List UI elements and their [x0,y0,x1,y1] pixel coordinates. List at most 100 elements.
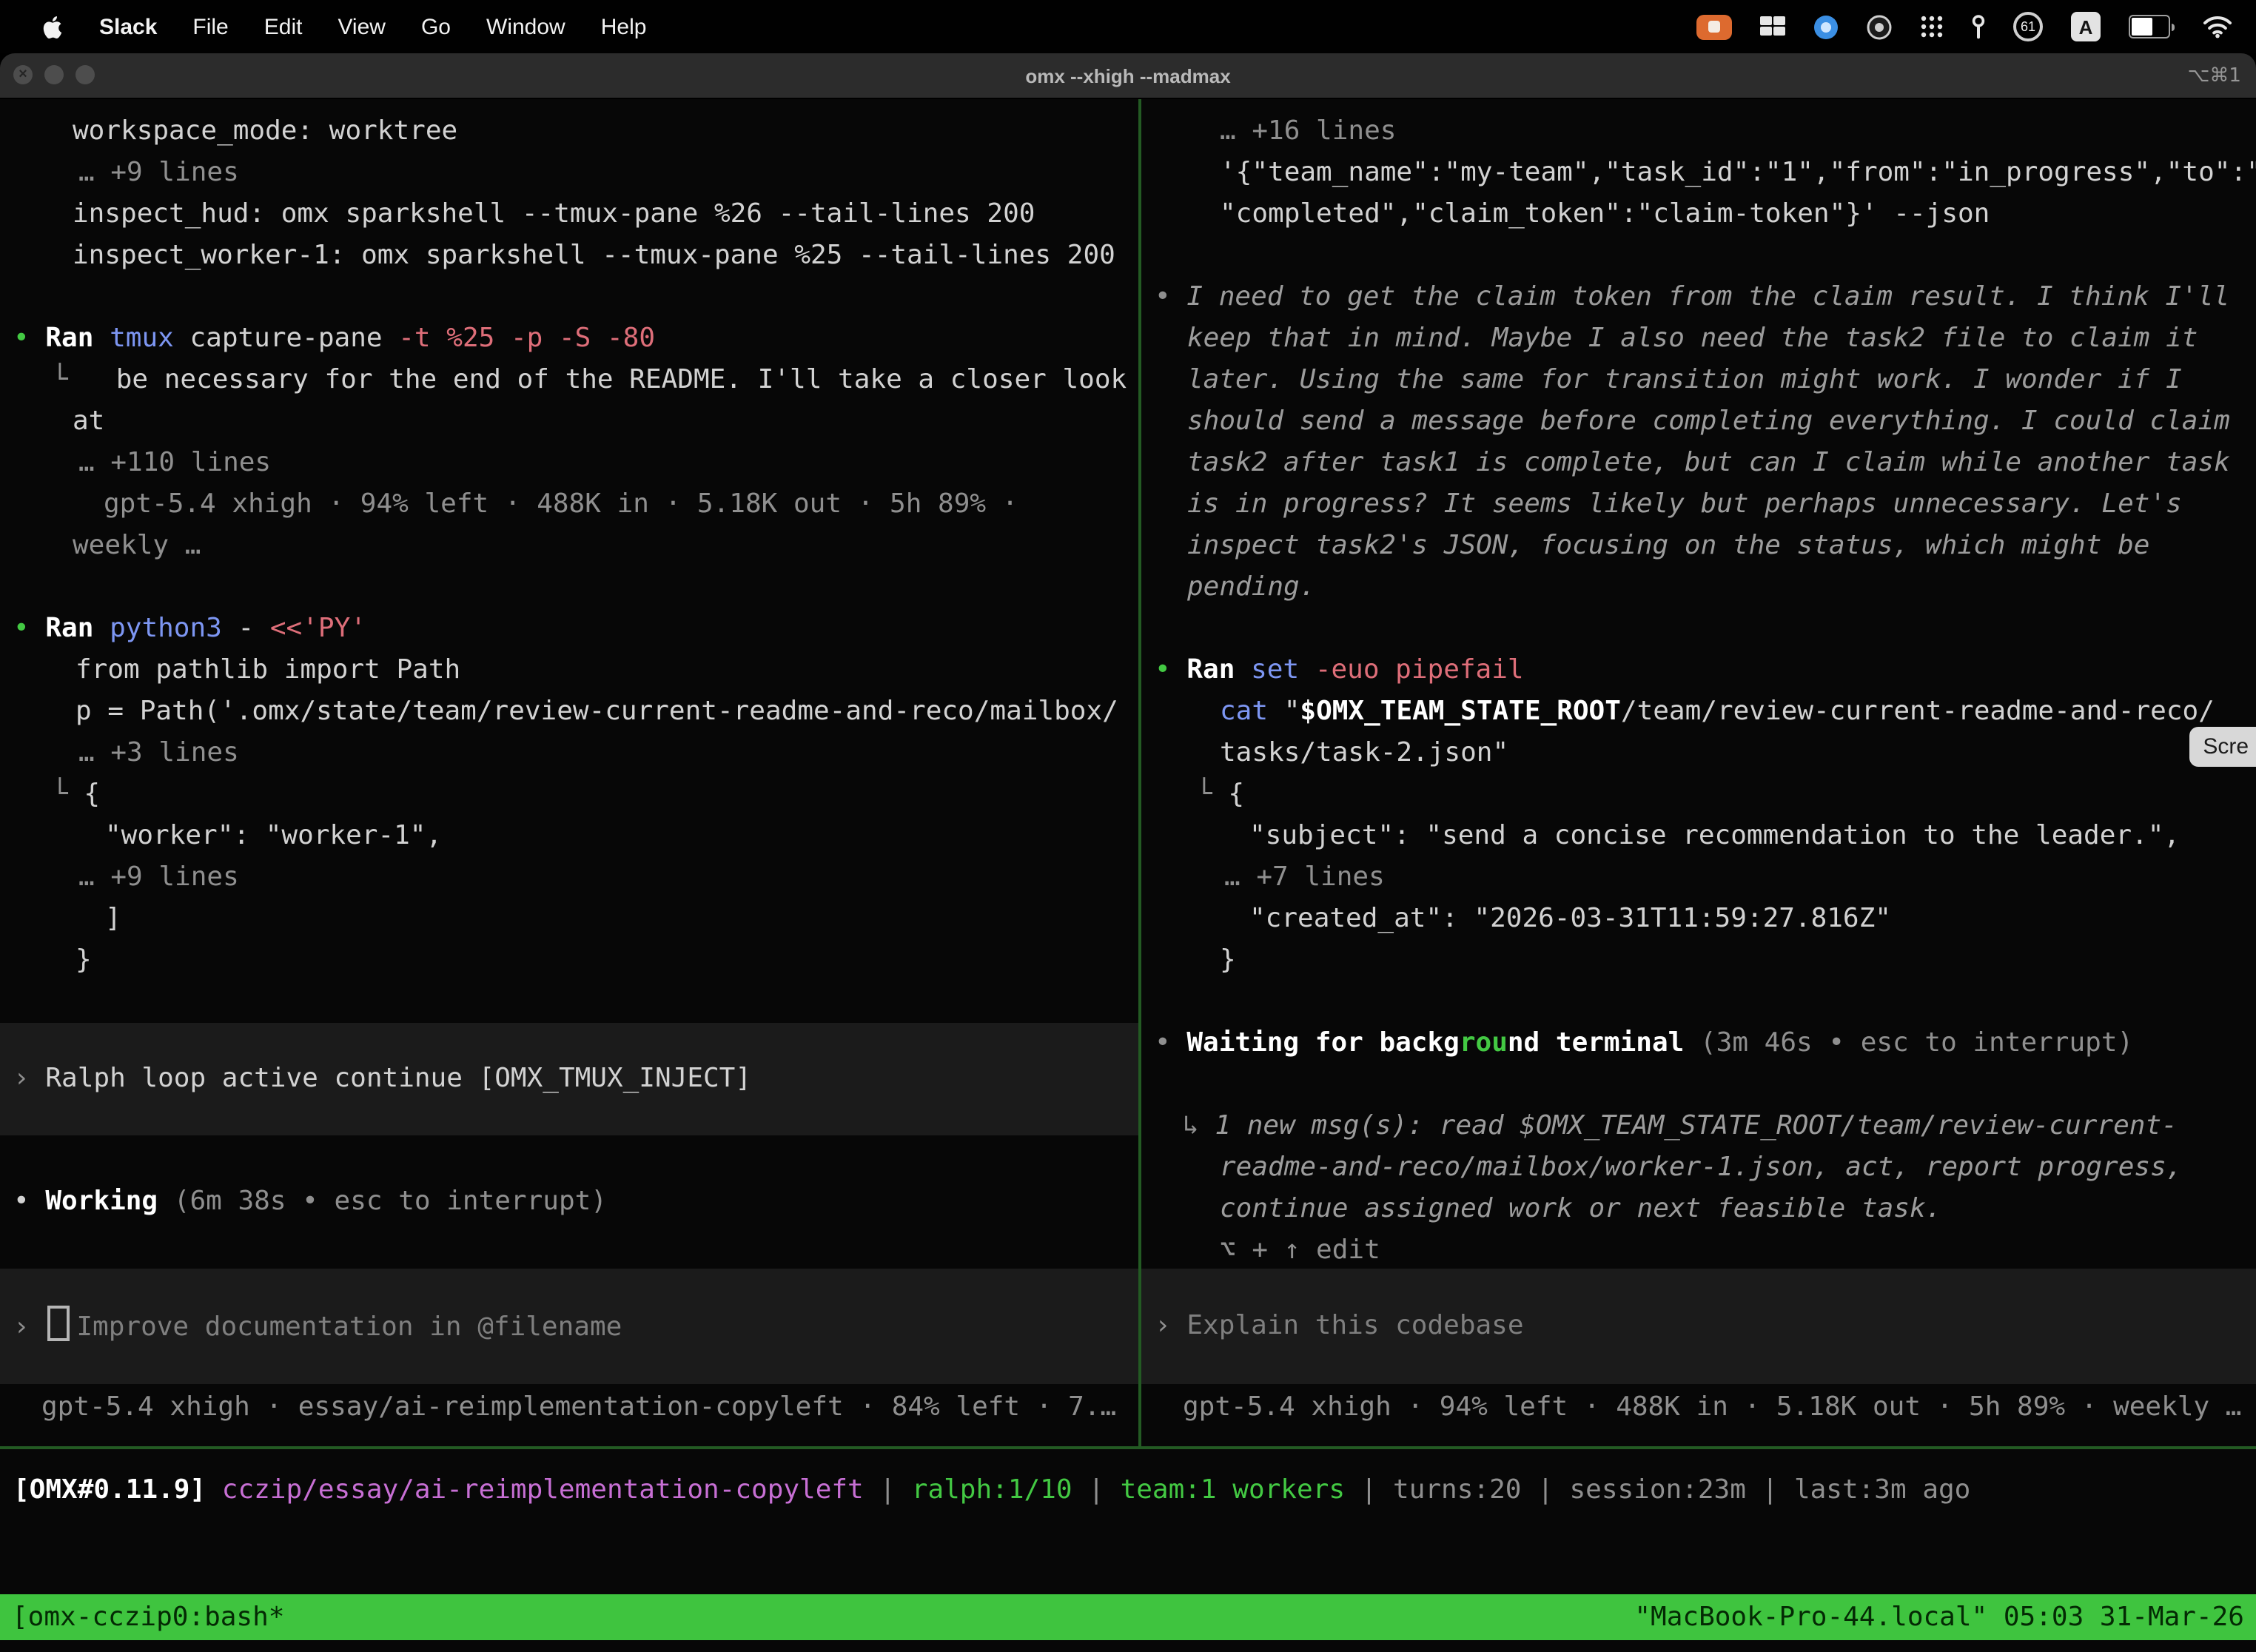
terminal-line: • Ran python3 - <<'PY' [0,608,1138,650]
text-segment: | [1345,1474,1393,1505]
battery-gauge-icon[interactable]: 61 [2013,12,2043,41]
terminal-line: } [0,940,1138,981]
terminal-line: └ { [0,774,1138,816]
text-segment: " [1284,696,1300,727]
text-segment: • [13,323,45,354]
text-cursor [47,1306,69,1341]
text-segment: Working [45,1186,173,1217]
text-segment: inspect_hud: omx sparkshell --tmux-pane … [73,198,1035,229]
input-source-icon[interactable]: A [2071,12,2101,41]
terminal-line: ] [0,899,1138,940]
steer-message-bar: › Ralph loop active continue [OMX_TMUX_I… [0,1023,1138,1135]
menu-bar-left: Slack File Edit View Go Window Help [0,14,664,39]
app-icon-dark[interactable] [1867,14,1892,39]
terminal-line: p = Path('.omx/state/team/review-current… [0,691,1138,733]
close-button[interactable]: × [13,65,33,84]
terminal-line: … +9 lines [0,152,1138,194]
text-segment: { [1228,779,1244,810]
menu-item-help[interactable]: Help [583,14,665,39]
text-segment: workspace_mode: worktree [73,115,457,147]
tmux-pane-right[interactable]: … +16 lines'{"team_name":"my-team","task… [1141,99,2256,1446]
omx-session-status: [OMX#0.11.9] cczip/essay/ai-reimplementa… [0,1470,2256,1511]
terminal-line: └ { [1141,774,2256,816]
terminal-line: gpt-5.4 xhigh · essay/ai-reimplementatio… [0,1387,1138,1428]
terminal-line: gpt-5.4 xhigh · 94% left · 488K in · 5.1… [1141,1387,2256,1428]
text-segment: should send a message before completing … [1187,406,2230,437]
traffic-lights: × [13,65,95,84]
key-icon[interactable] [1972,14,1985,39]
dots-grid-icon[interactable] [1920,15,1944,38]
text-segment: '{"team_name":"my-team","task_id":"1","f… [1220,157,2256,188]
terminal-line: workspace_mode: worktree [0,111,1138,152]
menu-item-app[interactable]: Slack [81,14,175,39]
text-segment: | [1072,1474,1121,1505]
prompt-input-left[interactable]: › Improve documentation in @filename [0,1269,1138,1384]
zoom-button[interactable] [75,65,95,84]
battery-body [2129,15,2170,38]
text-segment: └ [1196,779,1228,810]
terminal-line: "created_at": "2026-03-31T11:59:27.816Z" [1141,899,2256,940]
terminal-line [0,277,1138,318]
menu-item-window[interactable]: Window [469,14,583,39]
window-titlebar: × omx --xhigh --madmax ⌥⌘1 [0,53,2256,99]
tmux-pane-left[interactable]: workspace_mode: worktree … +9 lines inspec… [0,99,1138,1446]
window-title: omx --xhigh --madmax [1025,64,1230,87]
grid-icon[interactable] [1760,16,1785,37]
terminal-line [1141,608,2256,650]
terminal-line: "completed","claim_token":"claim-token"}… [1141,194,2256,235]
text-segment: } [75,944,92,976]
text-segment: is in progress? It seems likely but perh… [1187,488,2182,520]
steer-message-line: › Ralph loop active continue [OMX_TMUX_I… [0,1058,1138,1100]
terminal-line: › Improve documentation in @filename [0,1306,1138,1347]
working-status-line: • Working (6m 38s • esc to interrupt) [0,1181,1138,1223]
pane-divider-horizontal[interactable] [0,1446,2256,1449]
text-segment: • [1155,281,1186,312]
terminal-line: should send a message before completing … [1141,401,2256,443]
terminal-line: tasks/task-2.json" [1141,733,2256,774]
minimize-button[interactable] [44,65,64,84]
terminal-line: … +3 lines [0,733,1138,774]
text-segment: inspect task2's JSON, focusing on the st… [1187,530,2149,561]
prompt-input-right[interactable]: › Explain this codebase [1141,1269,2256,1384]
terminal-line: └ be necessary for the end of the README… [0,360,1138,401]
terminal-line: weekly … [0,526,1138,567]
text-segment: Explain this codebase [1186,1310,1523,1341]
terminal-line: is in progress? It seems likely but perh… [1141,484,2256,526]
text-segment: at [73,406,104,437]
battery-icon[interactable] [2129,15,2175,38]
text-segment: task2 after task1 is complete, but can I… [1187,447,2230,478]
text-segment: Waiting for backg [1186,1027,1459,1058]
screen-recording-stop-icon[interactable] [1696,14,1732,39]
tmux-session-window: [omx-cczip0:bash* [12,1602,284,1633]
terminal-line: pending. [1141,567,2256,608]
wifi-icon[interactable] [2203,15,2232,38]
text-segment: last:3m ago [1794,1474,1970,1505]
terminal-line: cat "$OMX_TEAM_STATE_ROOT/team/review-cu… [1141,691,2256,733]
terminal-line [1141,1064,2256,1106]
text-segment: ↳ [1183,1110,1215,1141]
menu-item-edit[interactable]: Edit [246,14,320,39]
terminal-line: task2 after task1 is complete, but can I… [1141,443,2256,484]
terminal-line: ⌥ + ↑ edit [1141,1230,2256,1272]
text-segment: -euo pipefail [1315,654,1524,685]
menu-bar: Slack File Edit View Go Window Help [0,0,2256,53]
text-segment: • [13,613,45,644]
terminal-line: gpt-5.4 xhigh · 94% left · 488K in · 5.1… [0,484,1138,526]
terminal-line: • Ran set -euo pipefail [1141,650,2256,691]
tmux-status-bar: [omx-cczip0:bash* "MacBook-Pro-44.local"… [0,1594,2256,1640]
terminal-line: readme-and-reco/mailbox/worker-1.json, a… [1141,1147,2256,1189]
terminal-line [0,567,1138,608]
menu-item-go[interactable]: Go [403,14,469,39]
text-segment: … +7 lines [1224,862,1385,893]
text-segment: └ [52,364,116,395]
text-segment: 1 new msg(s): read $OMX_TEAM_STATE_ROOT/… [1215,1110,2177,1141]
app-icon-blue[interactable] [1813,14,1839,39]
text-segment: › [1155,1310,1186,1341]
menu-item-file[interactable]: File [175,14,246,39]
text-segment: be necessary for the end of the README. … [116,364,1127,395]
apple-menu[interactable] [24,14,81,39]
right-scrollback: … +16 lines'{"team_name":"my-team","task… [1141,99,2256,1272]
menu-item-view[interactable]: View [320,14,403,39]
text-segment: turns:20 [1393,1474,1521,1505]
text-segment: | [864,1474,912,1505]
